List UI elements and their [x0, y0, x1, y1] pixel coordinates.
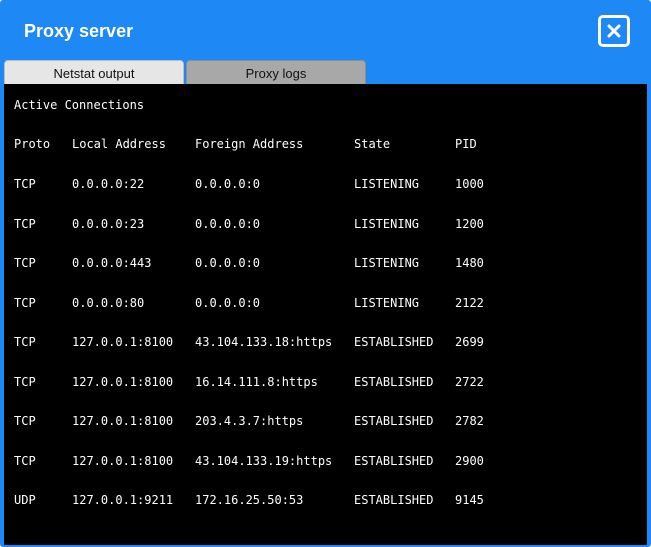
header-local-address: Local Address	[72, 137, 166, 151]
cell-foreign-address: 43.104.133.18:https	[195, 335, 333, 349]
cell-foreign-address: 43.104.133.19:https	[195, 453, 333, 468]
cell-pid: 1480	[455, 256, 484, 270]
window-title: Proxy server	[24, 21, 134, 41]
cell-local-address: 0.0.0.0:443	[72, 256, 152, 270]
cell-foreign-address: 0.0.0.0:0	[195, 295, 261, 310]
cell-foreign-address: 16.14.111.8:https	[195, 374, 318, 389]
cell-pid: 9145	[455, 493, 484, 507]
header-proto: Proto	[14, 137, 51, 151]
cell-local-address: 127.0.0.1:8100	[72, 335, 174, 349]
cell-state: ESTABLISHED	[354, 453, 434, 468]
cell-state: LISTENING	[354, 177, 420, 191]
cell-local-address: 127.0.0.1:8100	[72, 374, 174, 389]
cell-pid: 1000	[455, 177, 484, 191]
cell-local-address: 0.0.0.0:80	[72, 295, 145, 310]
cell-state: LISTENING	[354, 216, 420, 231]
cell-state: ESTABLISHED	[354, 414, 434, 428]
cell-state: ESTABLISHED	[354, 493, 434, 507]
cell-foreign-address: 172.16.25.50:53	[195, 493, 304, 507]
cell-local-address: 127.0.0.1:8100	[72, 414, 174, 428]
header-state: State	[354, 137, 391, 151]
cell-local-address: 0.0.0.0:23	[72, 216, 145, 231]
cell-pid: 2722	[455, 374, 484, 389]
close-icon	[607, 24, 621, 38]
cell-local-address: 0.0.0.0:22	[72, 177, 145, 191]
cell-proto: TCP	[14, 453, 36, 468]
cell-foreign-address: 0.0.0.0:0	[195, 256, 261, 270]
cell-pid: 2900	[455, 453, 484, 468]
title-bar: Proxy server	[2, 2, 649, 62]
cell-state: LISTENING	[354, 295, 420, 310]
cell-proto: TCP	[14, 414, 36, 428]
tab-netstat-output[interactable]: Netstat output	[4, 60, 184, 84]
cell-proto: TCP	[14, 335, 36, 349]
cell-proto: UDP	[14, 493, 36, 507]
cell-proto: TCP	[14, 295, 36, 310]
cell-foreign-address: 0.0.0.0:0	[195, 177, 261, 191]
cell-pid: 2782	[455, 414, 484, 428]
proxy-server-window: Proxy server Netstat output Proxy logs A…	[0, 0, 651, 547]
cell-pid: 2122	[455, 295, 484, 310]
cell-pid: 1200	[455, 216, 484, 231]
netstat-console: Active Connections Proto Local Address For…	[4, 84, 647, 545]
close-button[interactable]	[598, 15, 630, 47]
cell-foreign-address: 203.4.3.7:https	[195, 414, 304, 428]
header-pid: PID	[455, 137, 477, 151]
header-foreign-address: Foreign Address	[195, 137, 304, 151]
cell-pid: 2699	[455, 335, 484, 349]
cell-local-address: 127.0.0.1:8100	[72, 453, 174, 468]
cell-state: ESTABLISHED	[354, 335, 434, 349]
cell-proto: TCP	[14, 374, 36, 389]
tab-proxy-logs[interactable]: Proxy logs	[186, 60, 366, 84]
cell-local-address: 127.0.0.1:9211	[72, 493, 174, 507]
tab-bar: Netstat output Proxy logs	[4, 60, 647, 84]
cell-proto: TCP	[14, 256, 36, 270]
cell-state: ESTABLISHED	[354, 374, 434, 389]
cell-proto: TCP	[14, 216, 36, 231]
cell-proto: TCP	[14, 177, 36, 191]
cell-foreign-address: 0.0.0.0:0	[195, 216, 261, 231]
cell-state: LISTENING	[354, 256, 420, 270]
console-heading: Active Connections	[14, 98, 145, 112]
